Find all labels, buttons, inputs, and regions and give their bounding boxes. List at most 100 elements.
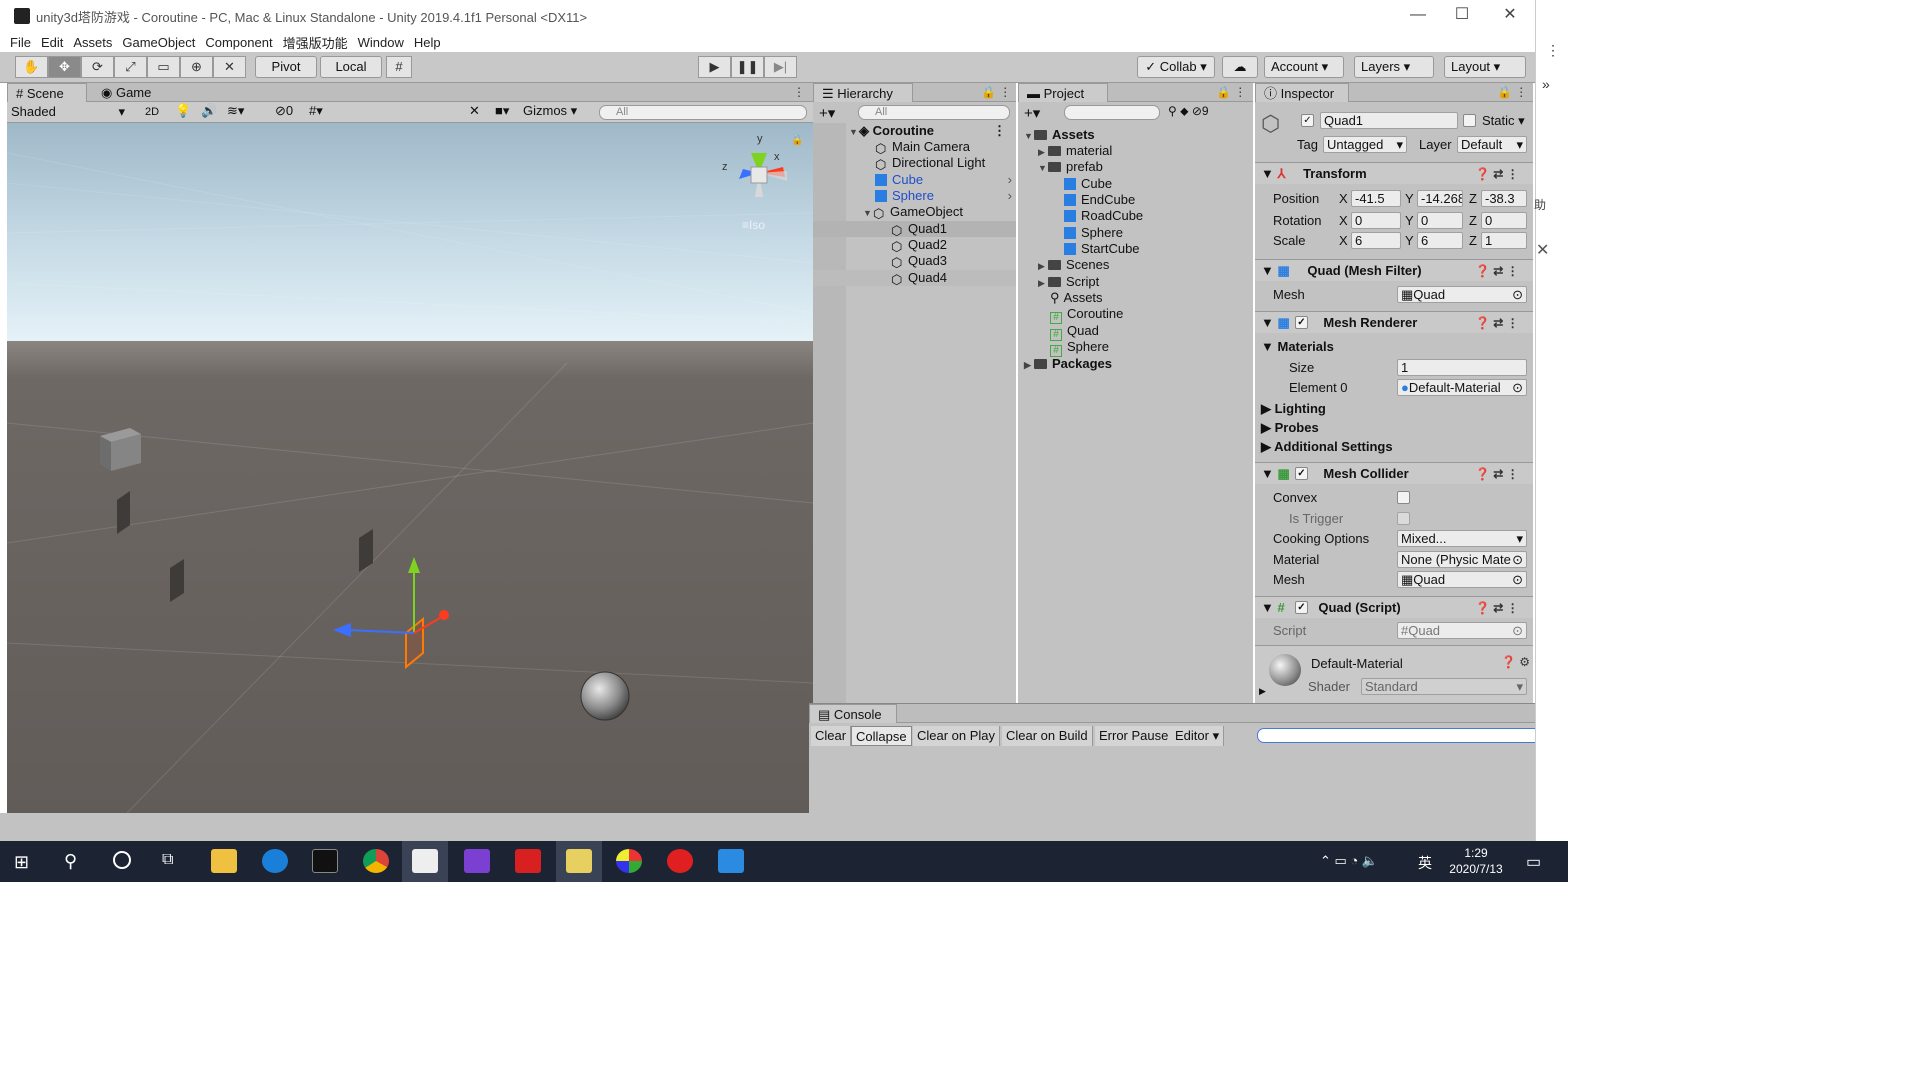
pinwheel-app-icon[interactable] <box>616 849 642 873</box>
menu-window[interactable]: Window <box>358 35 404 50</box>
active-checkbox[interactable]: ✓ <box>1301 114 1314 127</box>
hierarchy-search-input[interactable]: All <box>858 105 1010 120</box>
rotation-z-field[interactable]: 0 <box>1481 212 1527 229</box>
materials-size-field[interactable]: 1 <box>1397 359 1527 376</box>
menu-gameobject[interactable]: GameObject <box>122 35 195 50</box>
position-z-field[interactable]: -38.3 <box>1481 190 1527 207</box>
maximize-button[interactable]: ☐ <box>1438 0 1486 32</box>
static-dropdown[interactable]: Static ▾ <box>1482 113 1525 129</box>
audio-toggle-icon[interactable]: 🔊 <box>201 103 217 119</box>
cortana-icon[interactable] <box>113 851 131 869</box>
menu-edit[interactable]: Edit <box>41 35 63 50</box>
play-button[interactable]: ▶ <box>698 56 731 78</box>
component-help-icon[interactable]: ❓ ⇄ ⋮ <box>1475 260 1519 282</box>
component-help-icon[interactable]: ❓ ⇄ ⋮ <box>1475 312 1519 334</box>
grid-toggle-icon[interactable]: #▾ <box>309 103 323 119</box>
scene-menu-icon[interactable]: ⋮ <box>793 85 805 99</box>
menu-file[interactable]: File <box>10 35 31 50</box>
hierarchy-lock-icon[interactable]: 🔒 ⋮ <box>981 85 1011 99</box>
position-y-field[interactable]: -14.268 <box>1417 190 1463 207</box>
collider-mesh-field[interactable]: ▦Quad ⊙ <box>1397 571 1527 588</box>
pivot-toggle[interactable]: Pivot <box>255 56 317 78</box>
scale-z-field[interactable]: 1 <box>1481 232 1527 249</box>
windows-start-icon[interactable]: ⊞ <box>14 852 34 872</box>
console-search-input[interactable] <box>1257 728 1563 743</box>
rotate-tool-icon[interactable]: ⟳ <box>81 56 114 78</box>
mesh-field[interactable]: ▦Quad ⊙ <box>1397 286 1527 303</box>
projection-toggle[interactable]: ≡Iso <box>742 218 765 232</box>
layer-dropdown[interactable]: Default ▾ <box>1457 136 1527 153</box>
additional-settings-foldout[interactable]: ▶ Additional Settings <box>1261 439 1393 455</box>
file-explorer-icon[interactable] <box>211 849 237 873</box>
sphere-object[interactable] <box>580 671 630 721</box>
layout-dropdown[interactable]: Layout ▾ <box>1444 56 1526 78</box>
hierarchy-item-quad3[interactable]: ⬡ Quad3 <box>813 253 1016 270</box>
project-item-cube-prefab[interactable]: Cube <box>1064 176 1112 192</box>
hand-tool-icon[interactable]: ✋ <box>15 56 48 78</box>
account-dropdown[interactable]: Account ▾ <box>1264 56 1344 78</box>
wps-writer-icon[interactable] <box>718 849 744 873</box>
hierarchy-item-quad1[interactable]: ⬡ Quad1 <box>813 221 1016 238</box>
material-help-icon[interactable]: ❓ ⚙ <box>1501 655 1530 669</box>
rotation-x-field[interactable]: 0 <box>1351 212 1401 229</box>
shading-mode-dropdown[interactable]: Shaded ▾ <box>7 103 129 121</box>
mesh-renderer-header[interactable]: ▼ ▦ ✓ Mesh Renderer ❓ ⇄ ⋮ <box>1255 311 1533 333</box>
hierarchy-item-coroutine[interactable]: ▼◈ Coroutine ⋮ <box>813 123 1016 139</box>
project-item-assets[interactable]: ▼ Assets <box>1024 127 1095 143</box>
active-app-taskbar-button[interactable] <box>556 841 602 882</box>
hierarchy-item-quad4[interactable]: ⬡ Quad4 <box>813 270 1016 287</box>
step-button[interactable]: ▶| <box>764 56 797 78</box>
project-lock-icon[interactable]: 🔒 ⋮ <box>1216 85 1246 99</box>
project-item-sphere-prefab[interactable]: Sphere <box>1064 225 1123 241</box>
scene-search-input[interactable]: All <box>599 105 807 120</box>
tab-game[interactable]: ◉ Game <box>93 83 163 102</box>
project-item-scenes[interactable]: ▶ Scenes <box>1038 257 1109 273</box>
hierarchy-item-gameobject[interactable]: ▼⬡ GameObject <box>813 204 1016 221</box>
project-item-prefab[interactable]: ▼ prefab <box>1038 159 1103 175</box>
cooking-options-dropdown[interactable]: Mixed... ▾ <box>1397 530 1527 547</box>
scale-x-field[interactable]: 6 <box>1351 232 1401 249</box>
netease-music-icon[interactable] <box>667 849 693 873</box>
tab-inspector[interactable]: ⓘ Inspector <box>1255 83 1349 102</box>
custom-tool-icon[interactable]: ✕ <box>213 56 246 78</box>
project-item-coroutine-script[interactable]: # Coroutine <box>1050 306 1123 324</box>
lighting-foldout[interactable]: ▶ Lighting <box>1261 401 1326 417</box>
close-button[interactable]: ✕ <box>1486 0 1534 32</box>
tab-scene[interactable]: # Scene <box>7 83 87 102</box>
project-filter-icons[interactable]: ⚲ ⬥ ⊘9 <box>1168 104 1209 119</box>
menu-enhanced[interactable]: 增强版功能 <box>283 33 348 52</box>
project-item-endcube-prefab[interactable]: EndCube <box>1064 192 1135 208</box>
collab-dropdown[interactable]: ✓ Collab ▾ <box>1137 56 1215 78</box>
tray-icons[interactable]: ⌃ ▭ ◔ 🔈 <box>1320 853 1378 869</box>
materials-foldout[interactable]: ▼ Materials <box>1261 339 1334 355</box>
cube-object[interactable] <box>100 428 141 471</box>
hierarchy-add-button[interactable]: +▾ <box>819 104 835 122</box>
project-item-packages[interactable]: ▶ Packages <box>1024 356 1112 372</box>
chrome-browser-icon[interactable] <box>363 849 389 873</box>
console-clear-on-build-button[interactable]: Clear on Build <box>1002 726 1093 746</box>
mesh-renderer-enabled-checkbox[interactable]: ✓ <box>1295 316 1308 329</box>
notification-icon[interactable]: ▭ <box>1526 852 1541 872</box>
project-item-material[interactable]: ▶ material <box>1038 143 1112 159</box>
clock[interactable]: 1:29 2020/7/13 <box>1444 845 1508 877</box>
menu-component[interactable]: Component <box>205 35 272 50</box>
project-item-assets-search[interactable]: ⚲ Assets <box>1050 290 1103 306</box>
tab-console[interactable]: ▤ Console <box>809 704 897 723</box>
scale-tool-icon[interactable]: ⤢ <box>114 56 147 78</box>
project-item-script[interactable]: ▶ Script <box>1038 274 1099 290</box>
visual-studio-icon[interactable] <box>464 849 490 873</box>
move-tool-icon[interactable]: ✥ <box>48 56 81 78</box>
tools-icon[interactable]: ✕ <box>469 103 480 119</box>
edge-browser-icon[interactable] <box>262 849 288 873</box>
shader-dropdown[interactable]: Standard ▾ <box>1361 678 1527 695</box>
rect-tool-icon[interactable]: ▭ <box>147 56 180 78</box>
is-trigger-checkbox[interactable] <box>1397 512 1410 525</box>
convex-checkbox[interactable] <box>1397 491 1410 504</box>
search-icon[interactable]: ⚲ <box>64 851 77 872</box>
console-error-pause-button[interactable]: Error Pause <box>1095 726 1174 746</box>
gizmos-dropdown[interactable]: Gizmos ▾ <box>523 103 577 119</box>
gizmo-lock-icon[interactable]: 🔒 <box>791 135 803 146</box>
lighting-toggle-icon[interactable]: 💡 <box>175 103 191 119</box>
quad-script-header[interactable]: ▼ # ✓ Quad (Script) ❓ ⇄ ⋮ <box>1255 596 1533 618</box>
static-checkbox[interactable] <box>1463 114 1476 127</box>
